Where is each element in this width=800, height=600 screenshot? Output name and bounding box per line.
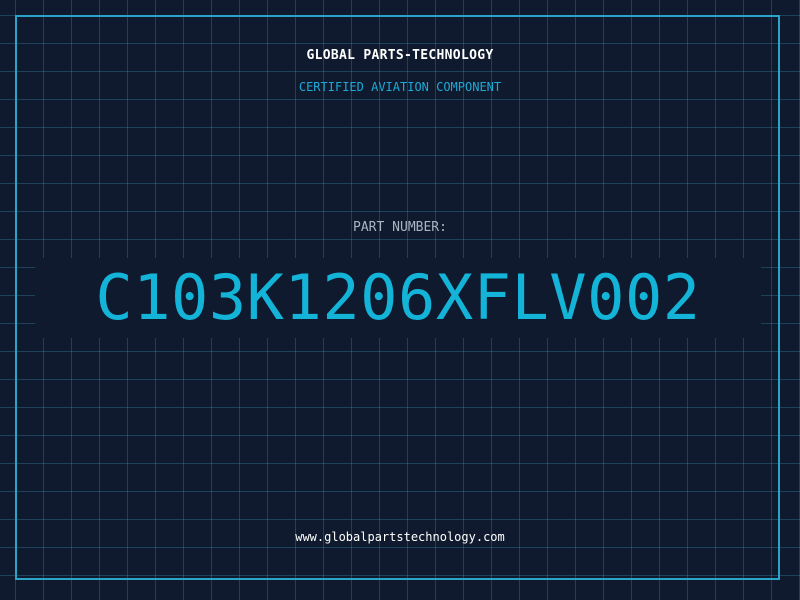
website-url: www.globalpartstechnology.com — [295, 530, 505, 544]
part-number-value: C103K1206XFLV002 — [35, 258, 761, 338]
company-name: GLOBAL PARTS-TECHNOLOGY — [306, 48, 494, 63]
certification-subtitle: CERTIFIED AVIATION COMPONENT — [298, 80, 502, 94]
part-number-label: PART NUMBER: — [353, 220, 447, 235]
label-card: GLOBAL PARTS-TECHNOLOGY CERTIFIED AVIATI… — [0, 0, 800, 600]
